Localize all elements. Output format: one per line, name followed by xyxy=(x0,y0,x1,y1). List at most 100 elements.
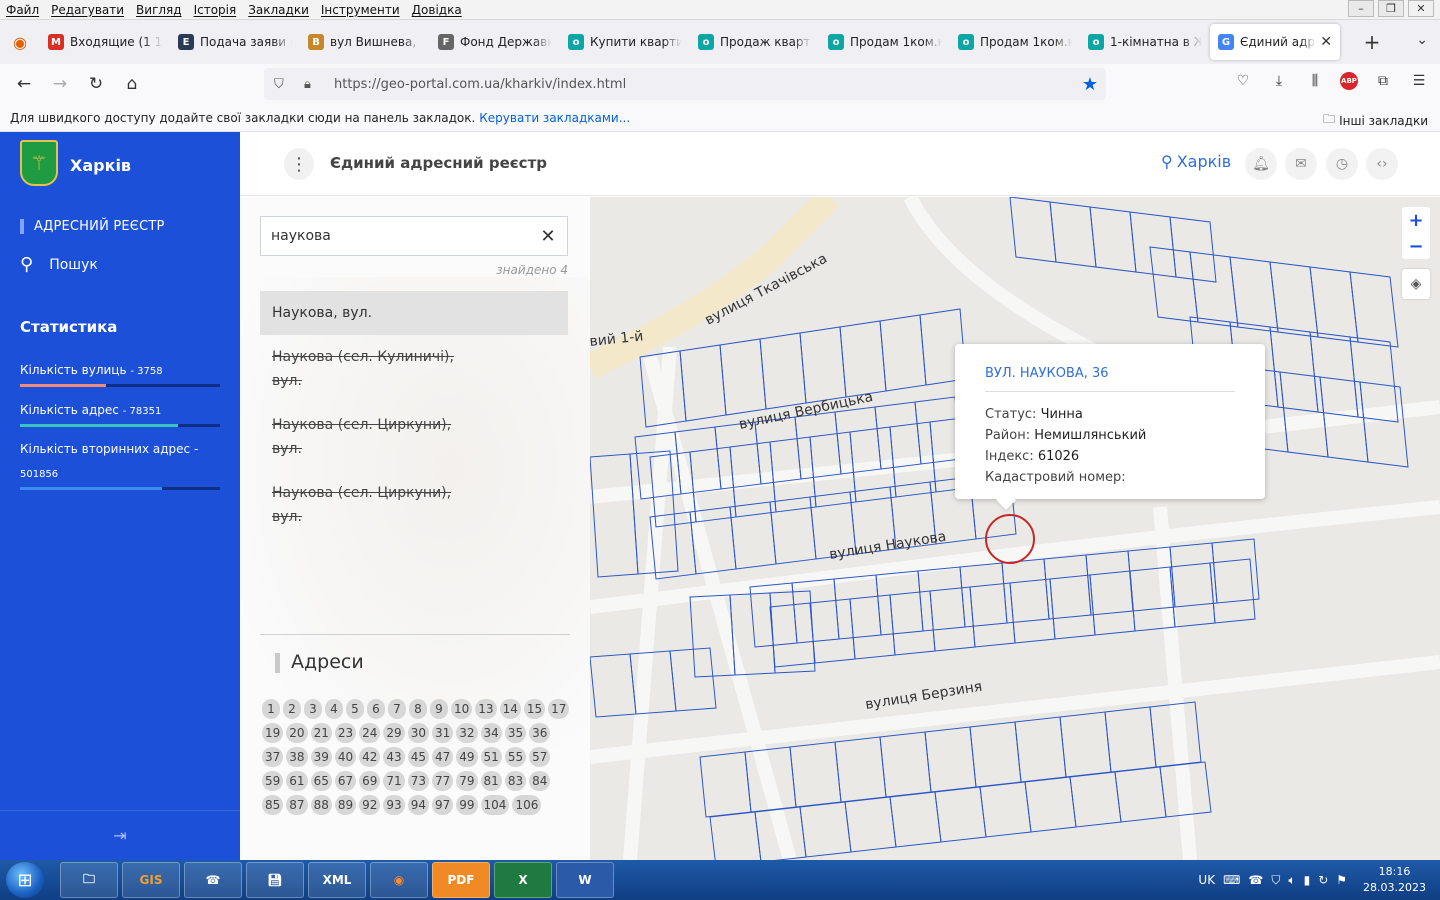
kharkiv-coat-of-arms-logo[interactable]: ⚚ xyxy=(20,140,58,186)
address-number-chip[interactable]: 8 xyxy=(409,699,427,719)
save-disk-icon[interactable]: 💾︎ xyxy=(246,862,304,898)
browser-tab[interactable]: o Продам 1ком.кв xyxy=(950,24,1080,60)
search-result-item[interactable]: Наукова, вул. xyxy=(260,291,568,335)
language-indicator[interactable]: UK xyxy=(1198,873,1215,887)
pocket-icon[interactable]: ♡ xyxy=(1232,70,1254,92)
excel-icon[interactable]: X xyxy=(494,862,552,898)
address-number-chip[interactable]: 47 xyxy=(431,747,454,767)
search-result-item[interactable]: Наукова (сел. Циркуни), вул. xyxy=(260,413,568,461)
sidebar-item-search[interactable]: ⚲ Пошук xyxy=(20,254,98,275)
tab-list-chevron-icon[interactable]: ⌄ xyxy=(1416,32,1428,48)
map-view[interactable]: вулиця Ткачівська вулиця Вербицька вулиц… xyxy=(590,197,1440,860)
address-number-chip[interactable]: 34 xyxy=(480,723,502,743)
address-number-chip[interactable]: 55 xyxy=(504,747,527,767)
address-number-chip[interactable]: 67 xyxy=(334,771,357,791)
address-number-chip[interactable]: 24 xyxy=(359,723,381,743)
address-number-chip[interactable]: 38 xyxy=(286,747,308,767)
address-number-chip[interactable]: 94 xyxy=(407,795,429,815)
browser-tab[interactable]: Bвул Вишнева, 25 xyxy=(300,24,430,60)
address-number-chip[interactable]: 57 xyxy=(529,747,551,767)
downloads-icon[interactable]: ⤓ xyxy=(1268,70,1290,92)
address-number-chip[interactable]: 35 xyxy=(504,723,527,743)
address-number-chip[interactable]: 51 xyxy=(480,747,502,767)
address-number-chip[interactable]: 45 xyxy=(407,747,429,767)
menu-tools[interactable]: Інструменти xyxy=(315,3,406,17)
close-window-button[interactable]: ✕ xyxy=(1408,0,1434,17)
address-number-chip[interactable]: 37 xyxy=(262,747,284,767)
firefox-view-icon[interactable]: ◉ xyxy=(0,26,40,58)
address-number-chip[interactable]: 19 xyxy=(262,723,284,743)
code-icon[interactable]: ‹› xyxy=(1366,148,1398,180)
clock[interactable]: 18:16 28.03.2023 xyxy=(1363,864,1426,896)
extensions-icon[interactable]: ⧉ xyxy=(1372,70,1394,92)
clear-search-icon[interactable]: ✕ xyxy=(536,224,560,248)
address-number-chip[interactable]: 21 xyxy=(310,723,332,743)
address-number-chip[interactable]: 39 xyxy=(310,747,332,767)
gis-icon[interactable]: GIS xyxy=(122,862,180,898)
word-icon[interactable]: W xyxy=(556,862,614,898)
history-icon[interactable]: ◷ xyxy=(1326,148,1358,180)
zoom-out-button[interactable]: − xyxy=(1402,233,1430,259)
address-number-chip[interactable]: 40 xyxy=(334,747,357,767)
address-number-chip[interactable]: 79 xyxy=(456,771,478,791)
forward-button[interactable]: → xyxy=(42,68,78,100)
other-bookmarks[interactable]: 🗀 Інші закладки xyxy=(1323,110,1428,131)
address-number-chip[interactable]: 10 xyxy=(451,699,473,719)
zoom-in-button[interactable]: + xyxy=(1402,207,1430,233)
bell-icon[interactable]: 🔔︎ xyxy=(1245,148,1277,180)
address-number-chip[interactable]: 85 xyxy=(262,795,284,815)
address-number-chip[interactable]: 1 xyxy=(262,699,280,719)
address-number-chip[interactable]: 69 xyxy=(359,771,381,791)
new-tab-button[interactable]: + xyxy=(1358,28,1386,56)
address-number-chip[interactable]: 5 xyxy=(346,699,364,719)
popup-title[interactable]: ВУЛ. НАУКОВА, 36 xyxy=(985,366,1235,392)
hamburger-menu-icon[interactable]: ☰ xyxy=(1408,70,1430,92)
address-number-chip[interactable]: 59 xyxy=(262,771,284,791)
address-number-chip[interactable]: 106 xyxy=(512,795,542,815)
selected-address-marker[interactable] xyxy=(985,514,1035,564)
address-number-chip[interactable]: 17 xyxy=(548,699,570,719)
address-number-chip[interactable]: 93 xyxy=(383,795,405,815)
search-result-item[interactable]: Наукова (сел. Циркуни), вул. xyxy=(260,481,568,529)
viber-tray-icon[interactable]: ☎ xyxy=(1248,873,1263,887)
address-number-chip[interactable]: 7 xyxy=(388,699,406,719)
mail-icon[interactable]: ✉ xyxy=(1285,148,1317,180)
library-icon[interactable]: ⫼ xyxy=(1304,70,1326,92)
browser-tab[interactable]: E Подача заяви щ xyxy=(170,24,300,60)
address-number-chip[interactable]: 15 xyxy=(523,699,546,719)
browser-tab[interactable]: o 1-кімнатна в ЖК xyxy=(1080,24,1210,60)
address-number-chip[interactable]: 89 xyxy=(334,795,357,815)
address-number-chip[interactable]: 71 xyxy=(383,771,405,791)
address-number-chip[interactable]: 2 xyxy=(283,699,301,719)
browser-tab[interactable]: o Продам 1ком.кв xyxy=(820,24,950,60)
address-number-chip[interactable]: 43 xyxy=(383,747,405,767)
address-number-chip[interactable]: 42 xyxy=(359,747,381,767)
keyboard-icon[interactable]: ⌨ xyxy=(1223,873,1240,887)
browser-tab[interactable]: F Фонд Державно xyxy=(430,24,560,60)
url-bar[interactable]: ⛉ 🔒︎ https://geo-portal.com.ua/kharkiv/i… xyxy=(264,68,1106,100)
adblock-icon[interactable]: ABP xyxy=(1340,72,1358,90)
search-input[interactable] xyxy=(260,216,568,256)
menu-history[interactable]: Історія xyxy=(188,3,243,17)
bookmark-star-icon[interactable]: ★ xyxy=(1082,74,1098,95)
menu-help[interactable]: Довідка xyxy=(406,3,468,17)
menu-bookmarks[interactable]: Закладки xyxy=(242,3,315,17)
browser-tab[interactable]: M Входящие (1 150 xyxy=(40,24,170,60)
browser-tab[interactable]: o Купити квартиру xyxy=(560,24,690,60)
flag-icon[interactable]: ⚑ xyxy=(1336,873,1347,887)
address-number-chip[interactable]: 20 xyxy=(286,723,308,743)
sidebar-city-title[interactable]: Харків xyxy=(70,156,131,175)
address-number-chip[interactable]: 31 xyxy=(431,723,454,743)
address-number-chip[interactable]: 14 xyxy=(499,699,521,719)
firefox-icon[interactable]: ◉ xyxy=(370,862,428,898)
explorer-icon[interactable]: 🗀 xyxy=(60,862,118,898)
address-number-chip[interactable]: 99 xyxy=(456,795,478,815)
address-number-chip[interactable]: 23 xyxy=(334,723,357,743)
address-number-chip[interactable]: 49 xyxy=(456,747,478,767)
browser-tab[interactable]: G Єдиний адрес✕ xyxy=(1210,24,1340,60)
close-tab-icon[interactable]: ✕ xyxy=(1316,34,1332,50)
address-number-chip[interactable]: 84 xyxy=(529,771,551,791)
address-number-chip[interactable]: 29 xyxy=(383,723,405,743)
address-number-chip[interactable]: 36 xyxy=(529,723,551,743)
address-number-chip[interactable]: 73 xyxy=(407,771,429,791)
